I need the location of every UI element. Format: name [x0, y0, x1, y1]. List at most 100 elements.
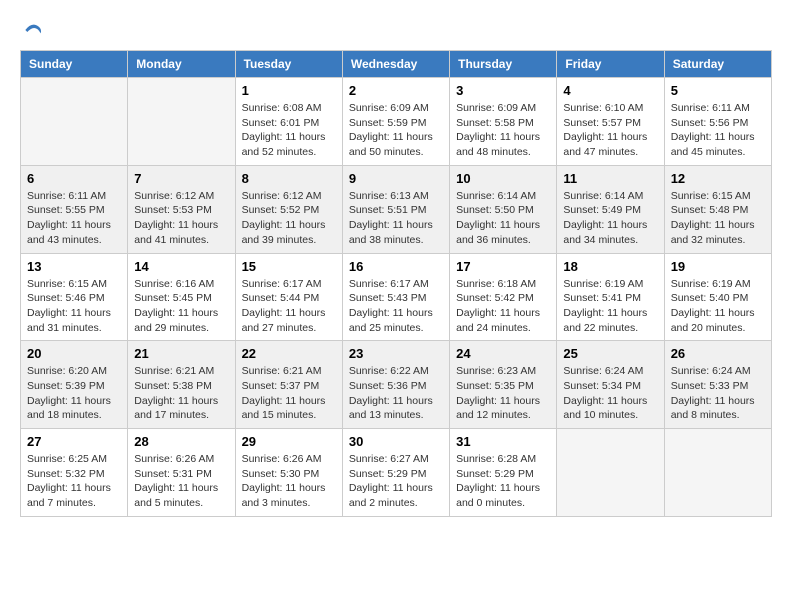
calendar-week-row: 1 Sunrise: 6:08 AMSunset: 6:01 PMDaylight… — [21, 78, 772, 166]
day-info: Sunrise: 6:26 AMSunset: 5:31 PMDaylight:… — [134, 452, 228, 511]
day-info: Sunrise: 6:13 AMSunset: 5:51 PMDaylight:… — [349, 189, 443, 248]
day-number: 23 — [349, 346, 443, 361]
day-info: Sunrise: 6:14 AMSunset: 5:49 PMDaylight:… — [563, 189, 657, 248]
calendar-week-row: 13 Sunrise: 6:15 AMSunset: 5:46 PMDayligh… — [21, 253, 772, 341]
calendar-cell: 7 Sunrise: 6:12 AMSunset: 5:53 PMDaylight… — [128, 165, 235, 253]
day-info: Sunrise: 6:16 AMSunset: 5:45 PMDaylight:… — [134, 277, 228, 336]
day-number: 19 — [671, 259, 765, 274]
day-info: Sunrise: 6:24 AMSunset: 5:34 PMDaylight:… — [563, 364, 657, 423]
day-info: Sunrise: 6:18 AMSunset: 5:42 PMDaylight:… — [456, 277, 550, 336]
logo — [20, 20, 42, 40]
day-info: Sunrise: 6:11 AMSunset: 5:56 PMDaylight:… — [671, 101, 765, 160]
day-info: Sunrise: 6:08 AMSunset: 6:01 PMDaylight:… — [242, 101, 336, 160]
day-number: 4 — [563, 83, 657, 98]
day-number: 6 — [27, 171, 121, 186]
day-number: 18 — [563, 259, 657, 274]
day-info: Sunrise: 6:22 AMSunset: 5:36 PMDaylight:… — [349, 364, 443, 423]
calendar-cell: 11 Sunrise: 6:14 AMSunset: 5:49 PMDayligh… — [557, 165, 664, 253]
calendar-cell: 1 Sunrise: 6:08 AMSunset: 6:01 PMDaylight… — [235, 78, 342, 166]
calendar-week-row: 6 Sunrise: 6:11 AMSunset: 5:55 PMDaylight… — [21, 165, 772, 253]
calendar-cell: 25 Sunrise: 6:24 AMSunset: 5:34 PMDayligh… — [557, 341, 664, 429]
day-number: 7 — [134, 171, 228, 186]
calendar-cell: 20Sunrise: 6:20 AMSunset: 5:39 PMDayligh… — [21, 341, 128, 429]
day-number: 14 — [134, 259, 228, 274]
day-number: 12 — [671, 171, 765, 186]
calendar-header-wednesday: Wednesday — [342, 51, 449, 78]
calendar-cell: 22 Sunrise: 6:21 AMSunset: 5:37 PMDayligh… — [235, 341, 342, 429]
day-info: Sunrise: 6:09 AMSunset: 5:58 PMDaylight:… — [456, 101, 550, 160]
calendar-cell: 18 Sunrise: 6:19 AMSunset: 5:41 PMDayligh… — [557, 253, 664, 341]
day-number: 17 — [456, 259, 550, 274]
day-info: Sunrise: 6:28 AMSunset: 5:29 PMDaylight:… — [456, 452, 550, 511]
day-number: 28 — [134, 434, 228, 449]
day-info: Sunrise: 6:26 AMSunset: 5:30 PMDaylight:… — [242, 452, 336, 511]
calendar-table: SundayMondayTuesdayWednesdayThursdayFrid… — [20, 50, 772, 517]
day-info: Sunrise: 6:23 AMSunset: 5:35 PMDaylight:… — [456, 364, 550, 423]
day-info: Sunrise: 6:12 AMSunset: 5:52 PMDaylight:… — [242, 189, 336, 248]
day-number: 3 — [456, 83, 550, 98]
calendar-cell: 10 Sunrise: 6:14 AMSunset: 5:50 PMDayligh… — [450, 165, 557, 253]
day-info: Sunrise: 6:15 AMSunset: 5:46 PMDaylight:… — [27, 277, 121, 336]
calendar-cell: 13 Sunrise: 6:15 AMSunset: 5:46 PMDayligh… — [21, 253, 128, 341]
calendar-cell — [21, 78, 128, 166]
calendar-cell: 24 Sunrise: 6:23 AMSunset: 5:35 PMDayligh… — [450, 341, 557, 429]
day-number: 16 — [349, 259, 443, 274]
page-header — [20, 20, 772, 40]
calendar-header-row: SundayMondayTuesdayWednesdayThursdayFrid… — [21, 51, 772, 78]
calendar-cell — [128, 78, 235, 166]
day-number: 21 — [134, 346, 228, 361]
calendar-week-row: 20Sunrise: 6:20 AMSunset: 5:39 PMDayligh… — [21, 341, 772, 429]
day-info: Sunrise: 6:19 AMSunset: 5:40 PMDaylight:… — [671, 277, 765, 336]
day-info: Sunrise: 6:19 AMSunset: 5:41 PMDaylight:… — [563, 277, 657, 336]
day-number: 30 — [349, 434, 443, 449]
day-info: Sunrise: 6:21 AMSunset: 5:37 PMDaylight:… — [242, 364, 336, 423]
day-info: Sunrise: 6:15 AMSunset: 5:48 PMDaylight:… — [671, 189, 765, 248]
calendar-cell — [664, 429, 771, 517]
day-number: 24 — [456, 346, 550, 361]
day-number: 31 — [456, 434, 550, 449]
calendar-header-saturday: Saturday — [664, 51, 771, 78]
calendar-cell: 2 Sunrise: 6:09 AMSunset: 5:59 PMDaylight… — [342, 78, 449, 166]
day-number: 5 — [671, 83, 765, 98]
calendar-cell: 5 Sunrise: 6:11 AMSunset: 5:56 PMDaylight… — [664, 78, 771, 166]
day-info: Sunrise: 6:17 AMSunset: 5:44 PMDaylight:… — [242, 277, 336, 336]
calendar-cell: 8 Sunrise: 6:12 AMSunset: 5:52 PMDaylight… — [235, 165, 342, 253]
day-number: 13 — [27, 259, 121, 274]
day-info: Sunrise: 6:12 AMSunset: 5:53 PMDaylight:… — [134, 189, 228, 248]
calendar-cell: 27Sunrise: 6:25 AMSunset: 5:32 PMDayligh… — [21, 429, 128, 517]
calendar-header-monday: Monday — [128, 51, 235, 78]
day-number: 8 — [242, 171, 336, 186]
calendar-header-friday: Friday — [557, 51, 664, 78]
calendar-cell: 31 Sunrise: 6:28 AMSunset: 5:29 PMDayligh… — [450, 429, 557, 517]
day-number: 26 — [671, 346, 765, 361]
calendar-header-thursday: Thursday — [450, 51, 557, 78]
calendar-cell: 19 Sunrise: 6:19 AMSunset: 5:40 PMDayligh… — [664, 253, 771, 341]
day-info: Sunrise: 6:11 AMSunset: 5:55 PMDaylight:… — [27, 189, 121, 248]
day-info: Sunrise: 6:24 AMSunset: 5:33 PMDaylight:… — [671, 364, 765, 423]
day-number: 10 — [456, 171, 550, 186]
calendar-cell: 12 Sunrise: 6:15 AMSunset: 5:48 PMDayligh… — [664, 165, 771, 253]
day-info: Sunrise: 6:14 AMSunset: 5:50 PMDaylight:… — [456, 189, 550, 248]
day-number: 2 — [349, 83, 443, 98]
calendar-cell: 14 Sunrise: 6:16 AMSunset: 5:45 PMDayligh… — [128, 253, 235, 341]
calendar-cell: 3 Sunrise: 6:09 AMSunset: 5:58 PMDaylight… — [450, 78, 557, 166]
day-number: 22 — [242, 346, 336, 361]
calendar-cell: 15 Sunrise: 6:17 AMSunset: 5:44 PMDayligh… — [235, 253, 342, 341]
day-number: 11 — [563, 171, 657, 186]
day-number: 15 — [242, 259, 336, 274]
calendar-cell: 9Sunrise: 6:13 AMSunset: 5:51 PMDaylight… — [342, 165, 449, 253]
day-number: 29 — [242, 434, 336, 449]
day-info: Sunrise: 6:17 AMSunset: 5:43 PMDaylight:… — [349, 277, 443, 336]
logo-icon — [22, 20, 42, 40]
calendar-cell: 21Sunrise: 6:21 AMSunset: 5:38 PMDayligh… — [128, 341, 235, 429]
calendar-cell: 28 Sunrise: 6:26 AMSunset: 5:31 PMDayligh… — [128, 429, 235, 517]
calendar-week-row: 27Sunrise: 6:25 AMSunset: 5:32 PMDayligh… — [21, 429, 772, 517]
day-number: 27 — [27, 434, 121, 449]
day-info: Sunrise: 6:09 AMSunset: 5:59 PMDaylight:… — [349, 101, 443, 160]
day-info: Sunrise: 6:27 AMSunset: 5:29 PMDaylight:… — [349, 452, 443, 511]
day-number: 25 — [563, 346, 657, 361]
day-info: Sunrise: 6:10 AMSunset: 5:57 PMDaylight:… — [563, 101, 657, 160]
day-number: 1 — [242, 83, 336, 98]
day-number: 20 — [27, 346, 121, 361]
calendar-cell: 29 Sunrise: 6:26 AMSunset: 5:30 PMDayligh… — [235, 429, 342, 517]
